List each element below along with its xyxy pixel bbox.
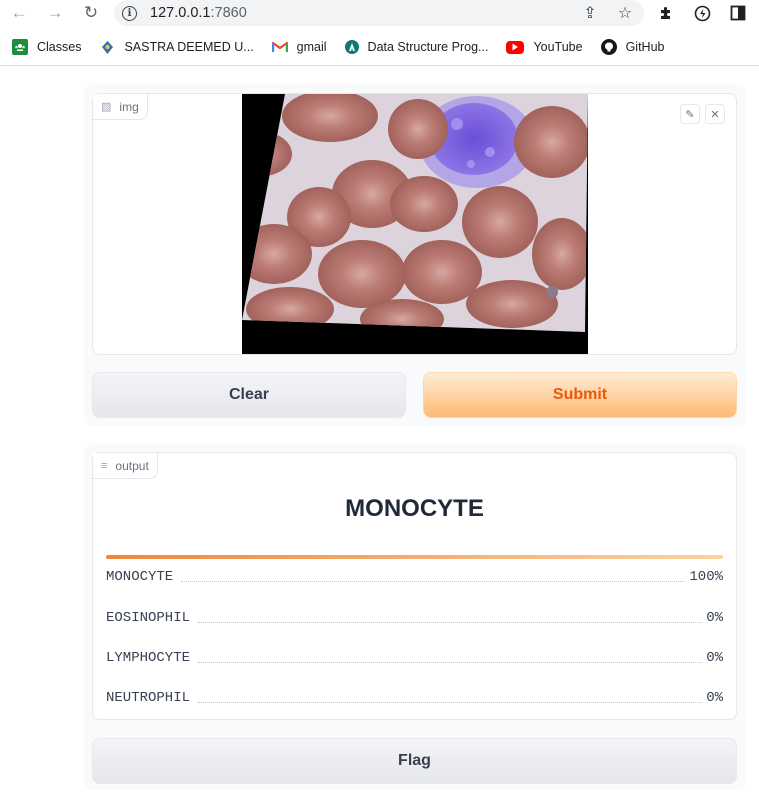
share-icon[interactable]: ⇪	[579, 2, 601, 24]
class-name: LYMPHOCYTE	[106, 650, 191, 666]
class-name: NEUTROPHIL	[106, 690, 191, 706]
site-info-icon[interactable]: i	[122, 5, 137, 21]
bookmark-classes[interactable]: Classes	[12, 39, 81, 55]
dotted-leader	[198, 662, 703, 663]
predicted-class: MONOCYTE	[345, 495, 484, 522]
address-url: 127.0.0.1:7860	[150, 5, 247, 21]
site-logo-icon	[344, 40, 359, 54]
confidence-row: MONOCYTE 100%	[106, 567, 723, 585]
bookmark-sastra[interactable]: SASTRA DEEMED U...	[99, 39, 254, 55]
bookmark-github[interactable]: GitHub	[600, 39, 665, 55]
image-input[interactable]: ▧ img ✎ ✕	[92, 93, 737, 355]
bookmarks-bar: Classes SASTRA DEEMED U... gmail Data St…	[0, 34, 759, 60]
label-output: ≡ output MONOCYTE MONOCYTE 100% EOSINOPH…	[92, 452, 737, 720]
reload-icon[interactable]: ↻	[80, 2, 102, 24]
image-label-text: img	[119, 99, 139, 114]
confidence-bar-fill	[106, 555, 723, 559]
confidence-row: LYMPHOCYTE 0%	[106, 648, 723, 666]
bar-chart-icon: ≡	[101, 459, 108, 472]
back-arrow-icon[interactable]: ←	[8, 2, 30, 24]
input-panel: ▧ img ✎ ✕ Clear Submit	[84, 84, 746, 426]
github-icon	[600, 39, 617, 55]
url-host: 127.0.0.1	[150, 5, 211, 21]
dotted-leader	[181, 581, 686, 582]
close-icon[interactable]: ✕	[705, 104, 725, 124]
submit-button[interactable]: Submit	[423, 372, 737, 418]
blood-smear-image	[242, 94, 588, 354]
forward-arrow-icon[interactable]: →	[44, 2, 66, 24]
bookmark-label: YouTube	[533, 40, 583, 54]
class-confidence: 0%	[706, 690, 723, 706]
dotted-leader	[198, 622, 703, 623]
bookmark-star-icon[interactable]: ☆	[614, 2, 636, 24]
dotted-leader	[198, 702, 703, 703]
bookmark-gmail[interactable]: gmail	[271, 39, 327, 55]
bookmark-label: SASTRA DEEMED U...	[124, 40, 254, 54]
performance-icon[interactable]	[690, 2, 714, 24]
address-bar[interactable]: i 127.0.0.1:7860 ⇪ ☆	[114, 0, 644, 26]
url-port: :7860	[210, 5, 247, 21]
output-label-text: output	[115, 458, 149, 473]
class-name: MONOCYTE	[106, 569, 174, 585]
bookmark-data-structure[interactable]: Data Structure Prog...	[344, 40, 489, 54]
bookmark-youtube[interactable]: YouTube	[506, 40, 583, 54]
output-panel: ≡ output MONOCYTE MONOCYTE 100% EOSINOPH…	[84, 444, 746, 790]
class-confidence: 0%	[706, 610, 723, 626]
browser-toolbar: ← → ↻ i 127.0.0.1:7860 ⇪ ☆	[0, 0, 759, 28]
youtube-icon	[506, 40, 525, 54]
confidence-row: EOSINOPHIL 0%	[106, 608, 723, 626]
sastra-logo-icon	[99, 39, 115, 55]
side-panel-icon[interactable]	[726, 2, 750, 24]
output-label: ≡ output	[93, 453, 158, 479]
class-confidence: 100%	[689, 569, 723, 585]
toolbar-divider	[0, 65, 759, 66]
bookmark-label: GitHub	[625, 40, 665, 54]
image-icon: ▧	[101, 101, 112, 113]
flag-button[interactable]: Flag	[92, 738, 737, 784]
google-classroom-icon	[12, 39, 28, 55]
image-input-label: ▧ img	[93, 94, 148, 120]
extensions-puzzle-icon[interactable]	[654, 2, 678, 24]
confidence-bar	[106, 555, 723, 559]
bookmark-label: gmail	[296, 40, 327, 54]
bookmark-label: Data Structure Prog...	[367, 40, 489, 54]
bookmark-label: Classes	[37, 40, 82, 54]
edit-pencil-icon[interactable]: ✎	[680, 104, 700, 124]
clear-button[interactable]: Clear	[92, 372, 406, 418]
class-confidence: 0%	[706, 650, 723, 666]
gmail-icon	[271, 39, 288, 55]
class-name: EOSINOPHIL	[106, 610, 191, 626]
confidence-row: NEUTROPHIL 0%	[106, 688, 723, 706]
